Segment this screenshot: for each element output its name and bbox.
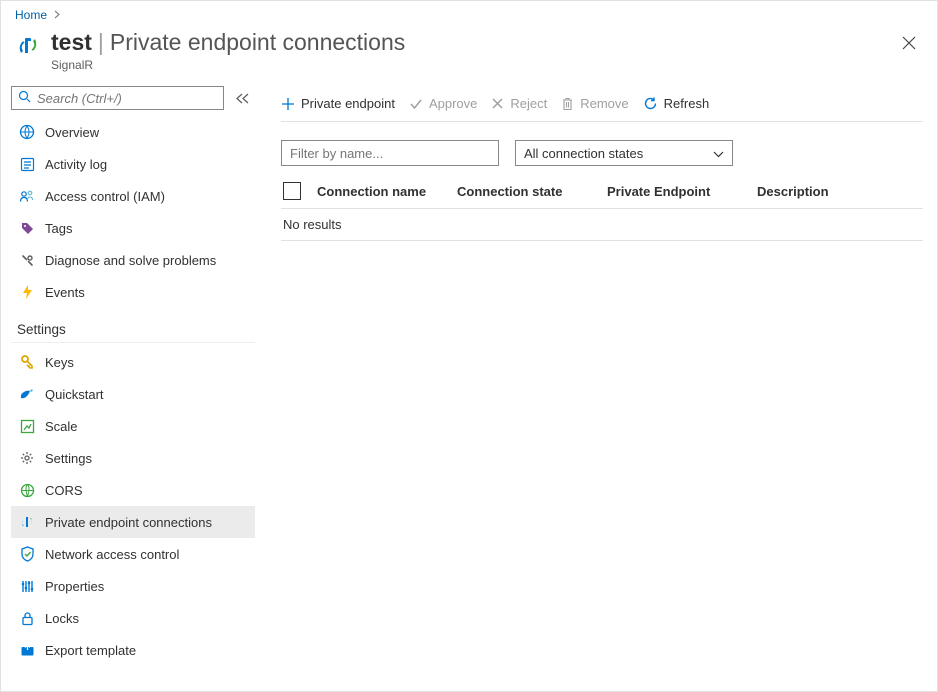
remove-button[interactable]: Remove	[561, 96, 628, 111]
sidebar-item-keys[interactable]: Keys	[11, 346, 255, 378]
breadcrumb-home-link[interactable]: Home	[15, 8, 47, 22]
locks-icon	[17, 608, 37, 628]
sidebar-item-access-control[interactable]: Access control (IAM)	[11, 180, 255, 212]
resource-type-label: SignalR	[51, 58, 895, 72]
sidebar-item-label: CORS	[45, 483, 83, 498]
x-icon	[491, 97, 504, 110]
sidebar-item-activity-log[interactable]: Activity log	[11, 148, 255, 180]
sidebar-item-label: Events	[45, 285, 85, 300]
check-icon	[409, 97, 423, 111]
command-bar: Private endpoint Approve Reject	[281, 86, 923, 122]
page-title: Private endpoint connections	[110, 29, 405, 56]
properties-icon	[17, 576, 37, 596]
main-content: Private endpoint Approve Reject	[261, 86, 937, 692]
connection-state-dropdown[interactable]: All connection states	[515, 140, 733, 166]
col-connection-name[interactable]: Connection name	[317, 184, 457, 199]
sidebar-item-label: Scale	[45, 419, 78, 434]
export-template-icon	[17, 640, 37, 660]
chevron-right-icon	[54, 8, 61, 22]
sidebar-item-label: Activity log	[45, 157, 107, 172]
col-description[interactable]: Description	[757, 184, 923, 199]
refresh-icon	[643, 96, 658, 111]
sidebar-item-properties[interactable]: Properties	[11, 570, 255, 602]
sidebar-item-diagnose[interactable]: Diagnose and solve problems	[11, 244, 255, 276]
table-header: Connection name Connection state Private…	[281, 178, 923, 209]
sidebar-item-label: Quickstart	[45, 387, 104, 402]
scale-icon	[17, 416, 37, 436]
sidebar-nav-settings: Keys Quickstart Scale Settings CORS Private e…	[11, 346, 255, 666]
resource-name: test	[51, 29, 92, 56]
sidebar-item-label: Access control (IAM)	[45, 189, 165, 204]
close-button[interactable]	[895, 29, 923, 57]
sidebar-item-label: Network access control	[45, 547, 179, 562]
sidebar-item-events[interactable]: Events	[11, 276, 255, 308]
collapse-sidebar-button[interactable]	[230, 86, 255, 110]
refresh-button[interactable]: Refresh	[643, 96, 710, 111]
page-frame: Home test | Private endpoint connections…	[0, 0, 938, 692]
approve-button[interactable]: Approve	[409, 96, 477, 111]
sidebar: Overview Activity log Access control (IAM)…	[1, 86, 261, 692]
sidebar-item-label: Locks	[45, 611, 79, 626]
sidebar-section-settings: Settings	[11, 308, 255, 343]
reject-button[interactable]: Reject	[491, 96, 547, 111]
quickstart-icon	[17, 384, 37, 404]
breadcrumb: Home	[1, 1, 937, 25]
sidebar-item-overview[interactable]: Overview	[11, 116, 255, 148]
col-private-endpoint[interactable]: Private Endpoint	[607, 184, 757, 199]
search-icon	[18, 90, 31, 106]
private-endpoint-icon	[17, 512, 37, 532]
sidebar-item-locks[interactable]: Locks	[11, 602, 255, 634]
sidebar-item-label: Keys	[45, 355, 74, 370]
access-control-icon	[17, 186, 37, 206]
table-empty-message: No results	[281, 209, 923, 241]
sidebar-item-label: Properties	[45, 579, 104, 594]
sidebar-item-label: Diagnose and solve problems	[45, 253, 216, 268]
sidebar-item-label: Export template	[45, 643, 136, 658]
diagnose-icon	[17, 250, 37, 270]
sidebar-item-cors[interactable]: CORS	[11, 474, 255, 506]
events-icon	[17, 282, 37, 302]
sidebar-item-quickstart[interactable]: Quickstart	[11, 378, 255, 410]
network-access-icon	[17, 544, 37, 564]
sidebar-item-export-template[interactable]: Export template	[11, 634, 255, 666]
keys-icon	[17, 352, 37, 372]
page-header: test | Private endpoint connections Sign…	[1, 25, 937, 86]
sidebar-item-scale[interactable]: Scale	[11, 410, 255, 442]
col-connection-state[interactable]: Connection state	[457, 184, 607, 199]
cors-icon	[17, 480, 37, 500]
sidebar-item-label: Overview	[45, 125, 99, 140]
overview-icon	[17, 122, 37, 142]
signalr-resource-icon	[15, 33, 41, 62]
settings-icon	[17, 448, 37, 468]
tags-icon	[17, 218, 37, 238]
sidebar-item-settings[interactable]: Settings	[11, 442, 255, 474]
sidebar-search[interactable]	[11, 86, 224, 110]
select-all-checkbox[interactable]	[283, 182, 301, 200]
plus-icon	[281, 97, 295, 111]
sidebar-item-label: Tags	[45, 221, 72, 236]
trash-icon	[561, 97, 574, 111]
activity-log-icon	[17, 154, 37, 174]
filter-name-input[interactable]	[281, 140, 499, 166]
sidebar-item-label: Private endpoint connections	[45, 515, 212, 530]
sidebar-nav-top: Overview Activity log Access control (IAM)…	[11, 116, 255, 308]
sidebar-item-network-access[interactable]: Network access control	[11, 538, 255, 570]
chevron-down-icon	[713, 146, 724, 161]
sidebar-search-input[interactable]	[35, 90, 217, 107]
sidebar-item-tags[interactable]: Tags	[11, 212, 255, 244]
add-private-endpoint-button[interactable]: Private endpoint	[281, 96, 395, 111]
sidebar-item-label: Settings	[45, 451, 92, 466]
sidebar-item-private-endpoint[interactable]: Private endpoint connections	[11, 506, 255, 538]
